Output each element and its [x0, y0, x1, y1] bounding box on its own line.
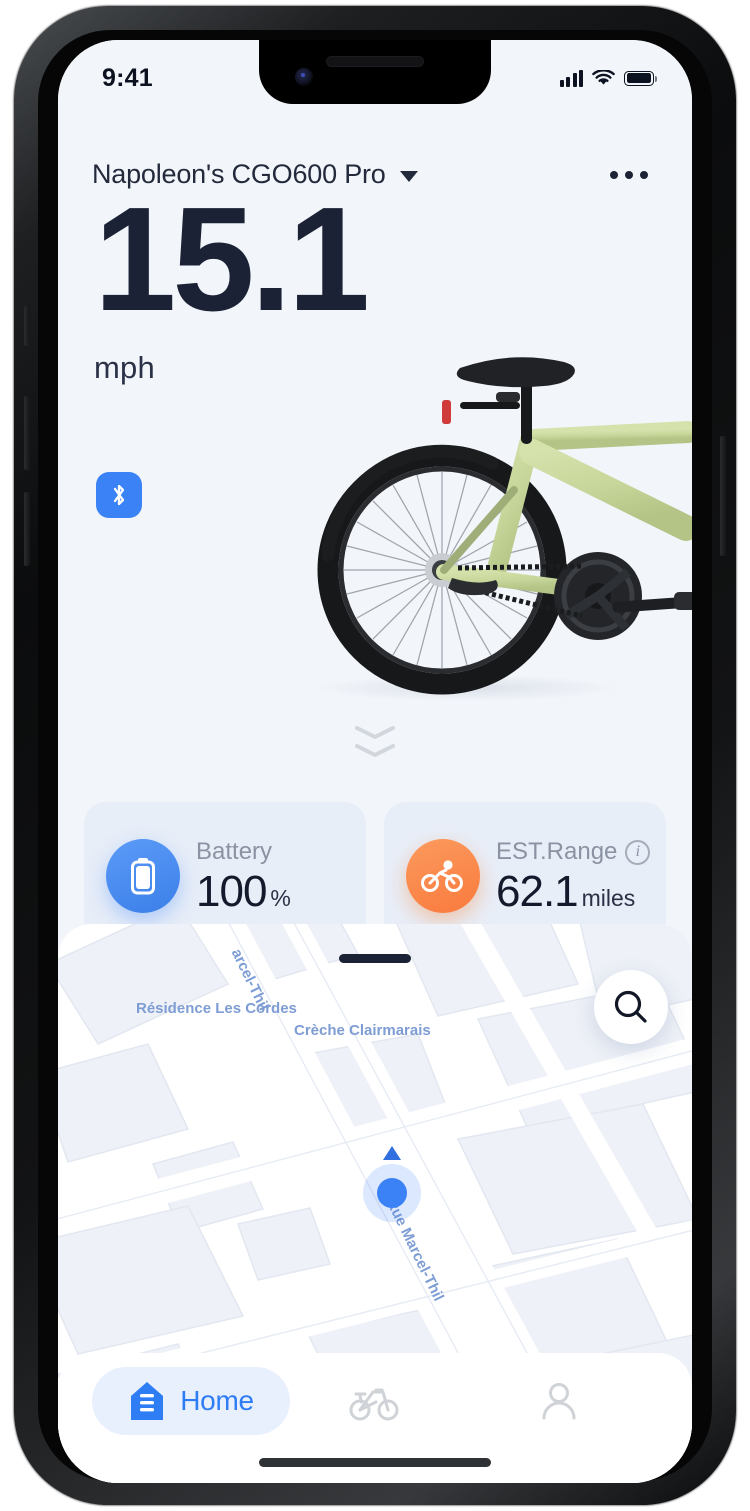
status-icons [559, 69, 658, 87]
notch [259, 40, 491, 104]
nav-label-home: Home [180, 1385, 254, 1416]
battery-label: Battery [196, 838, 273, 865]
silent-switch[interactable] [24, 306, 30, 346]
stat-text: Battery 100 % [196, 838, 291, 914]
battery-value: 100 [196, 867, 267, 916]
drag-handle[interactable] [339, 954, 411, 963]
status-time: 9:41 [102, 63, 153, 92]
cellular-signal-icon [559, 69, 583, 87]
bluetooth-icon[interactable] [96, 472, 142, 518]
location-dot [377, 1178, 407, 1208]
earpiece-speaker [326, 56, 424, 67]
battery-icon [106, 839, 180, 913]
person-icon [542, 1383, 576, 1420]
more-options-icon[interactable] [608, 161, 650, 189]
est-range-label: EST.Range [496, 838, 618, 865]
nav-item-profile[interactable] [474, 1367, 658, 1435]
home-icon [131, 1382, 164, 1420]
stat-value-row: 62.1 miles [496, 870, 650, 914]
battery-unit: % [270, 885, 291, 911]
home-indicator[interactable] [259, 1458, 491, 1467]
volume-up-button[interactable] [24, 396, 30, 470]
bike-icon [349, 1388, 399, 1421]
stat-label: Battery [196, 838, 291, 866]
nav-item-bike[interactable] [290, 1367, 474, 1435]
bluetooth-glyph [113, 484, 125, 506]
power-button[interactable] [720, 436, 726, 556]
nav-item-home[interactable]: Home [92, 1367, 290, 1435]
map-label-residence: Résidence Les Cordes [136, 1000, 297, 1017]
speed-value: 15.1 [94, 177, 370, 342]
front-camera [295, 68, 313, 86]
cyclist-glyph [421, 860, 463, 892]
search-glyph [614, 990, 647, 1023]
search-icon[interactable] [594, 970, 668, 1044]
chevron-down-icon [399, 171, 418, 182]
est-range-unit: miles [581, 885, 636, 911]
phone-frame: 9:41 Napoleon's CGO600 Pro 15.1 mph Batt… [14, 6, 736, 1505]
battery-glyph [131, 858, 155, 895]
double-chevron-down-icon[interactable] [353, 724, 397, 758]
heading-triangle-icon [383, 1146, 401, 1160]
stat-text: EST.Range i 62.1 miles [496, 838, 651, 914]
stat-value-row: 100 % [196, 870, 291, 914]
dashboard-top: Napoleon's CGO600 Pro 15.1 mph Battery 1… [58, 40, 692, 950]
stat-label: EST.Range i [496, 838, 651, 866]
ebike-illustration [282, 340, 692, 710]
phone-screen: 9:41 Napoleon's CGO600 Pro 15.1 mph Batt… [58, 40, 692, 1483]
cyclist-icon [406, 839, 480, 913]
battery-icon [624, 70, 658, 86]
est-range-value: 62.1 [496, 867, 579, 916]
volume-down-button[interactable] [24, 492, 30, 566]
map-label-creche: Crèche Clairmarais [294, 1022, 431, 1039]
info-icon[interactable]: i [625, 839, 651, 865]
wifi-icon [592, 69, 615, 85]
